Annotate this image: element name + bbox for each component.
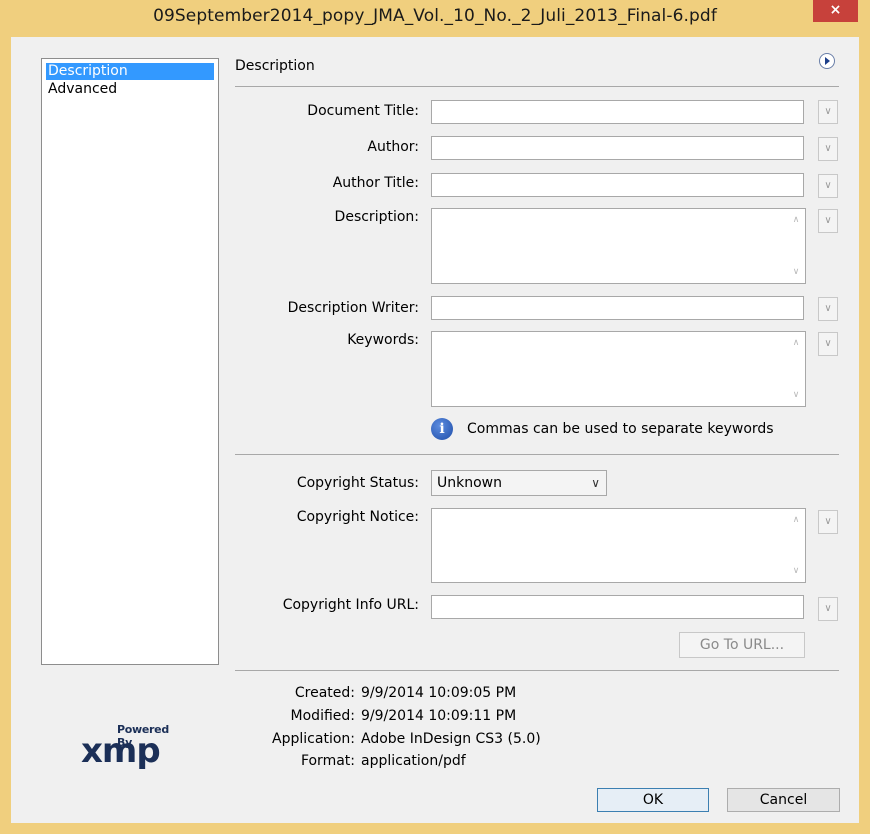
author-input[interactable] [431, 136, 804, 160]
copyright-status-value: Unknown [437, 475, 502, 491]
copyright-notice-label: Copyright Notice: [296, 509, 419, 525]
application-value: Adobe InDesign CS3 (5.0) [361, 731, 541, 747]
chevron-down-icon[interactable]: ∨ [818, 137, 838, 161]
copyright-status-label: Copyright Status: [296, 475, 419, 491]
divider [235, 86, 839, 87]
scroll-up-icon[interactable]: ∧ [790, 515, 802, 525]
sidebar-item-description[interactable]: Description [46, 63, 214, 80]
created-label: Created: [294, 685, 355, 701]
xmp-logo: Powered By xmp [77, 723, 177, 773]
scroll-up-icon[interactable]: ∧ [790, 215, 802, 225]
copyright-status-select[interactable]: Unknown ∨ [431, 470, 607, 496]
sidebar-item-advanced[interactable]: Advanced [46, 81, 119, 98]
modified-value: 9/9/2014 10:09:11 PM [361, 708, 517, 724]
dialog-body: Description Advanced Description Documen… [11, 37, 859, 823]
author-title-label: Author Title: [332, 175, 419, 191]
author-label: Author: [367, 139, 419, 155]
description-textarea[interactable]: ∧ ∨ [431, 208, 806, 284]
copyright-url-label: Copyright Info URL: [282, 597, 419, 613]
format-value: application/pdf [361, 753, 466, 769]
chevron-down-icon[interactable]: ∨ [818, 100, 838, 124]
description-writer-input[interactable] [431, 296, 804, 320]
dialog-window: 09September2014_popy_JMA_Vol._10_No._2_J… [0, 0, 870, 834]
keywords-hint: Commas can be used to separate keywords [467, 421, 774, 437]
go-to-url-button[interactable]: Go To URL... [679, 632, 805, 658]
xmp-logo-text: xmp [81, 731, 161, 771]
copyright-notice-textarea[interactable]: ∧ ∨ [431, 508, 806, 583]
author-title-input[interactable] [431, 173, 804, 197]
chevron-down-icon: ∨ [591, 476, 600, 490]
category-list[interactable]: Description Advanced [41, 58, 219, 665]
document-title-input[interactable] [431, 100, 804, 124]
close-icon[interactable]: × [813, 0, 858, 22]
scroll-down-icon[interactable]: ∨ [790, 566, 802, 576]
divider [235, 670, 839, 671]
chevron-down-icon[interactable]: ∨ [818, 510, 838, 534]
document-title-label: Document Title: [307, 103, 419, 119]
copyright-url-input[interactable] [431, 595, 804, 619]
window-title: 09September2014_popy_JMA_Vol._10_No._2_J… [153, 6, 717, 26]
title-bar[interactable]: 09September2014_popy_JMA_Vol._10_No._2_J… [0, 0, 870, 38]
ok-button[interactable]: OK [597, 788, 709, 812]
keywords-label: Keywords: [347, 332, 419, 348]
section-title: Description [235, 58, 315, 74]
modified-label: Modified: [290, 708, 355, 724]
info-icon: i [431, 418, 453, 440]
flyout-menu-icon[interactable] [819, 53, 835, 69]
application-label: Application: [272, 731, 355, 747]
chevron-down-icon[interactable]: ∨ [818, 297, 838, 321]
keywords-textarea[interactable]: ∧ ∨ [431, 331, 806, 407]
chevron-down-icon[interactable]: ∨ [818, 209, 838, 233]
chevron-down-icon[interactable]: ∨ [818, 174, 838, 198]
chevron-down-icon[interactable]: ∨ [818, 597, 838, 621]
created-value: 9/9/2014 10:09:05 PM [361, 685, 517, 701]
scroll-up-icon[interactable]: ∧ [790, 338, 802, 348]
scroll-down-icon[interactable]: ∨ [790, 267, 802, 277]
description-writer-label: Description Writer: [287, 300, 419, 316]
description-label: Description: [334, 209, 419, 225]
divider [235, 454, 839, 455]
format-label: Format: [300, 753, 355, 769]
cancel-button[interactable]: Cancel [727, 788, 840, 812]
chevron-down-icon[interactable]: ∨ [818, 332, 838, 356]
scroll-down-icon[interactable]: ∨ [790, 390, 802, 400]
